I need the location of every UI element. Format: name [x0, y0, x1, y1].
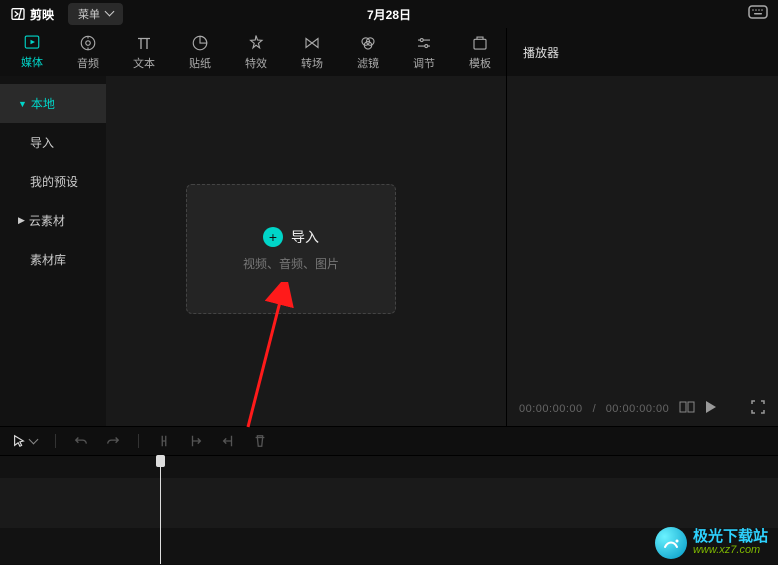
delete-tool[interactable]: [253, 434, 267, 448]
tab-label: 调节: [413, 55, 435, 71]
audio-icon: [79, 34, 97, 52]
import-subtitle: 视频、音频、图片: [243, 255, 339, 272]
template-icon: [471, 34, 489, 52]
keyboard-icon[interactable]: [748, 5, 768, 24]
media-area: + 导入 视频、音频、图片: [106, 76, 506, 426]
tab-label: 文本: [133, 55, 155, 71]
top-tabs-row: 媒体 音频 文本 贴纸 特效 转场 滤镜 调节: [0, 28, 778, 76]
trim-left-tool[interactable]: [189, 434, 203, 448]
tab-sticker[interactable]: 贴纸: [172, 28, 228, 77]
player-header: 播放器: [507, 28, 778, 76]
divider: [138, 434, 139, 448]
menu-button[interactable]: 菜单: [68, 3, 123, 25]
tab-label: 贴纸: [189, 55, 211, 71]
logo-icon: [10, 6, 26, 22]
sidebar-item-label: 云素材: [29, 212, 65, 229]
tab-label: 模板: [469, 55, 491, 71]
plus-icon: +: [263, 227, 283, 247]
playhead[interactable]: [160, 456, 161, 564]
tab-adjust[interactable]: 调节: [396, 28, 452, 77]
split-tool[interactable]: [157, 434, 171, 448]
tab-audio[interactable]: 音频: [60, 28, 116, 77]
timeline-track[interactable]: [0, 478, 778, 528]
player-header-label: 播放器: [523, 44, 559, 61]
tab-media[interactable]: 媒体: [4, 27, 60, 78]
player-controls: 00:00:00:00 / 00:00:00:00: [507, 399, 778, 418]
sidebar-item-label: 导入: [30, 134, 54, 151]
import-row: + 导入: [263, 227, 319, 247]
fullscreen-icon[interactable]: [750, 399, 766, 418]
tab-label: 转场: [301, 55, 323, 71]
triangle-down-icon: ▼: [18, 99, 27, 109]
sticker-icon: [191, 34, 209, 52]
tab-label: 特效: [245, 55, 267, 71]
ratio-icon[interactable]: [679, 401, 695, 416]
filter-icon: [359, 34, 377, 52]
title-bar: 剪映 菜单 7月28日: [0, 0, 778, 28]
sidebar-item-library[interactable]: 素材库: [0, 240, 106, 279]
app-logo: 剪映: [10, 6, 54, 23]
sidebar-item-local[interactable]: ▼ 本地: [0, 84, 106, 123]
triangle-right-icon: ▶: [18, 215, 25, 226]
sidebar-item-label: 素材库: [30, 251, 66, 268]
menu-label: 菜单: [78, 6, 100, 22]
adjust-icon: [415, 34, 433, 52]
app-name: 剪映: [30, 6, 54, 23]
time-total: 00:00:00:00: [606, 403, 670, 415]
tab-label: 滤镜: [357, 55, 379, 71]
category-tabs: 媒体 音频 文本 贴纸 特效 转场 滤镜 调节: [0, 28, 507, 76]
play-button[interactable]: [705, 400, 717, 417]
tab-filter[interactable]: 滤镜: [340, 28, 396, 77]
import-title: 导入: [291, 227, 319, 247]
tab-text[interactable]: 文本: [116, 28, 172, 77]
undo-button[interactable]: [74, 434, 88, 448]
timeline[interactable]: [0, 456, 778, 564]
tab-label: 音频: [77, 55, 99, 71]
chevron-down-icon: [106, 8, 113, 20]
sidebar-item-cloud[interactable]: ▶ 云素材: [0, 201, 106, 240]
tab-label: 媒体: [21, 54, 43, 70]
text-icon: [135, 34, 153, 52]
tab-effects[interactable]: 特效: [228, 28, 284, 77]
main-body: ▼ 本地 导入 我的预设 ▶ 云素材 素材库 + 导入 视频、音频、图片 00:…: [0, 76, 778, 426]
timeline-toolbar: [0, 426, 778, 456]
time-separator: /: [593, 403, 596, 415]
top-date: 7月28日: [367, 6, 411, 23]
sidebar-item-label: 本地: [31, 95, 55, 112]
sidebar-item-import[interactable]: 导入: [0, 123, 106, 162]
time-current: 00:00:00:00: [519, 403, 583, 415]
player-panel: 00:00:00:00 / 00:00:00:00: [506, 76, 778, 426]
tab-transition[interactable]: 转场: [284, 28, 340, 77]
media-icon: [23, 33, 41, 51]
divider: [55, 434, 56, 448]
sidebar-item-presets[interactable]: 我的预设: [0, 162, 106, 201]
redo-button[interactable]: [106, 434, 120, 448]
transition-icon: [303, 34, 321, 52]
tab-template[interactable]: 模板: [452, 28, 508, 77]
cursor-tool[interactable]: [12, 432, 37, 450]
sidebar-item-label: 我的预设: [30, 173, 78, 190]
trim-right-tool[interactable]: [221, 434, 235, 448]
media-sidebar: ▼ 本地 导入 我的预设 ▶ 云素材 素材库: [0, 76, 106, 426]
chevron-down-icon: [30, 432, 37, 450]
effects-icon: [247, 34, 265, 52]
import-card[interactable]: + 导入 视频、音频、图片: [186, 184, 396, 314]
